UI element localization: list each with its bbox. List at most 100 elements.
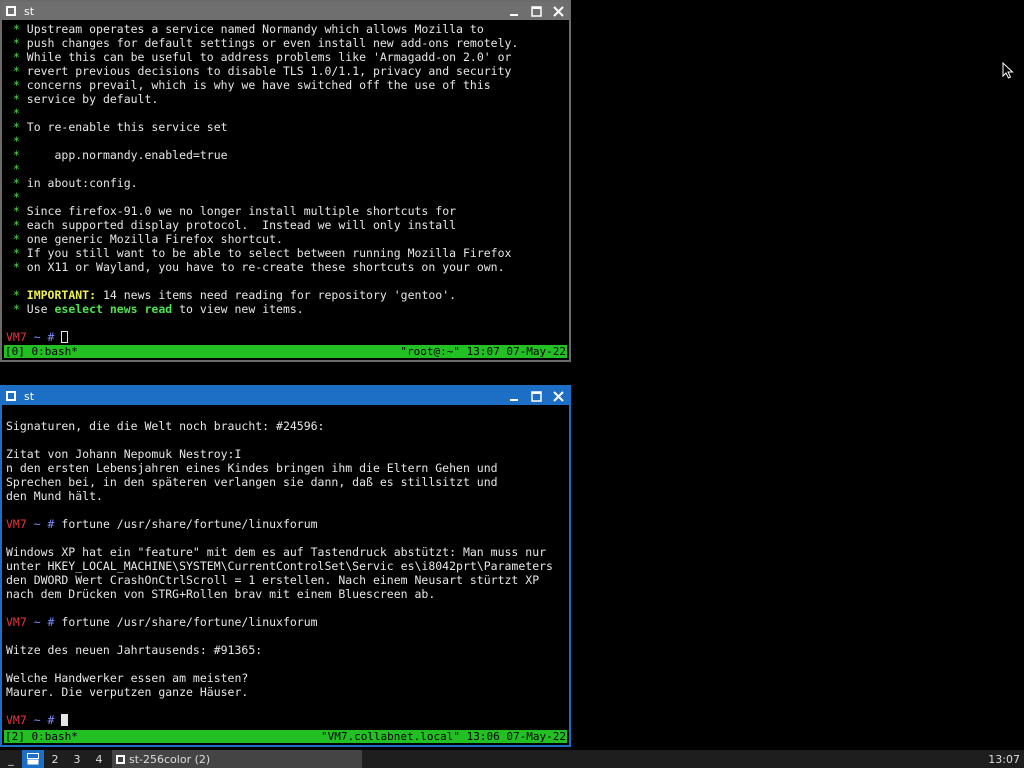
terminal-window-top[interactable]: st * Upstream operates a service named N… [0, 0, 571, 362]
terminal-line: VM7 ~ # fortune /usr/share/fortune/linux… [6, 615, 569, 629]
terminal-text: * [6, 162, 20, 176]
terminal-text: VM7 [6, 517, 27, 531]
terminal-text: Since firefox-91.0 we no longer install … [26, 204, 457, 218]
minimize-icon [510, 14, 518, 16]
tmux-status-bar: [2] 0:bash* "VM7.collabnet.local" 13:06 … [4, 730, 567, 743]
terminal-line: VM7 ~ # [6, 713, 569, 727]
maximize-button[interactable] [525, 2, 547, 20]
terminal-line: Zitat von Johann Nepomuk Nestroy:I [6, 447, 569, 461]
terminal-line: * on X11 or Wayland, you have to re-crea… [6, 260, 569, 274]
taskbar-task-st[interactable]: st-256color (2) [112, 750, 362, 768]
window-title: st [24, 389, 35, 403]
terminal-text: n den ersten Lebensjahren eines Kindes b… [6, 461, 498, 475]
terminal-line: Maurer. Die verputzen ganze Häuser. [6, 685, 569, 699]
terminal-text: push changes for default settings or eve… [26, 36, 519, 50]
window-titlebar[interactable]: st [2, 387, 569, 405]
window-icon [6, 6, 16, 16]
terminal-text: IMPORTANT: [26, 288, 97, 302]
terminal-text: in about:config. [26, 176, 138, 190]
terminal-line: * in about:config. [6, 176, 569, 190]
terminal-text: nach dem Drücken von STRG+Rollen brav mi… [6, 587, 436, 601]
tmux-window-list: [0] 0:bash* [5, 345, 78, 358]
terminal-line: * Upstream operates a service named Norm… [6, 22, 569, 36]
close-icon [552, 390, 564, 402]
terminal-text: Witze des neuen Jahrtausends: #91365: [6, 643, 263, 657]
terminal-text: * [6, 232, 27, 246]
terminal-line: * push changes for default settings or e… [6, 36, 569, 50]
terminal-text: fortune /usr/share/fortune/linuxforum [61, 517, 318, 531]
terminal-text: ~ # [26, 330, 62, 344]
terminal-text: 14 news items need reading for repositor… [96, 288, 457, 302]
terminal-text: on X11 or Wayland, you have to re-create… [26, 260, 505, 274]
terminal-cursor [61, 714, 69, 726]
workspace-2[interactable]: 2 [44, 750, 66, 768]
terminal-text: * [6, 148, 27, 162]
minimize-icon [510, 399, 518, 401]
terminal-text: * [6, 106, 20, 120]
close-icon [552, 5, 564, 17]
maximize-icon [530, 390, 542, 402]
terminal-line: * IMPORTANT: 14 news items need reading … [6, 288, 569, 302]
terminal-line: * app.normandy.enabled=true [6, 148, 569, 162]
terminal-cursor [61, 331, 69, 343]
terminal-line: VM7 ~ # [6, 330, 569, 344]
terminal-line: unter HKEY_LOCAL_MACHINE\SYSTEM\CurrentC… [6, 559, 569, 573]
terminal-text: * [6, 288, 27, 302]
terminal-line: * one generic Mozilla Firefox shortcut. [6, 232, 569, 246]
terminal-text: VM7 [6, 330, 27, 344]
close-button[interactable] [547, 387, 569, 405]
terminal-text: Sprechen bei, in den späteren verlangen … [6, 475, 498, 489]
task-label: st-256color (2) [129, 752, 211, 766]
terminal-text: * [6, 50, 27, 64]
terminal-line: * [6, 162, 569, 176]
terminal-text: * [6, 134, 20, 148]
terminal-text: Signaturen, die die Welt noch braucht: #… [6, 419, 325, 433]
tmux-status-right: "VM7.collabnet.local" 13:06 07-May-22 [320, 730, 566, 743]
terminal-line: * Since firefox-91.0 we no longer instal… [6, 204, 569, 218]
terminal-line: Welche Handwerker essen am meisten? [6, 671, 569, 685]
terminal-text: * [6, 218, 27, 232]
terminal-text: * [6, 302, 27, 316]
terminal-text: each supported display protocol. Instead… [26, 218, 457, 232]
workspace-3[interactable]: 3 [66, 750, 88, 768]
terminal-text: app.normandy.enabled=true [26, 148, 228, 162]
terminal-text: Upstream operates a service named Norman… [26, 22, 484, 36]
mouse-pointer-icon [1002, 62, 1014, 79]
terminal-line: * service by default. [6, 92, 569, 106]
terminal-line: Witze des neuen Jahrtausends: #91365: [6, 643, 569, 657]
terminal-window-bottom[interactable]: st Signaturen, die die Welt noch braucht… [0, 385, 571, 747]
workspace-4[interactable]: 4 [88, 750, 110, 768]
maximize-button[interactable] [525, 387, 547, 405]
minimize-button[interactable] [503, 2, 525, 20]
terminal-output[interactable]: * Upstream operates a service named Norm… [2, 20, 569, 360]
workspace-1[interactable]: _ [0, 750, 22, 768]
workspace-current[interactable] [22, 750, 44, 768]
terminal-text: eselect news read [54, 302, 173, 316]
window-titlebar[interactable]: st [2, 2, 569, 20]
terminal-text: to view new items. [172, 302, 304, 316]
terminal-text: * [6, 78, 27, 92]
taskbar: _ 2 3 4 st-256color (2) 13:07 [0, 750, 1024, 768]
terminal-line: den DWORD Wert CrashOnCtrlScroll = 1 ers… [6, 573, 569, 587]
terminal-line: * While this can be useful to address pr… [6, 50, 569, 64]
terminal-text: * [6, 92, 27, 106]
close-button[interactable] [547, 2, 569, 20]
terminal-output[interactable]: Signaturen, die die Welt noch braucht: #… [2, 405, 569, 745]
minimize-button[interactable] [503, 387, 525, 405]
terminal-text: VM7 [6, 713, 27, 727]
terminal-text: fortune /usr/share/fortune/linuxforum [61, 615, 318, 629]
terminal-text: * [6, 22, 27, 36]
terminal-text: * [6, 190, 20, 204]
terminal-text: den Mund hält. [6, 489, 103, 503]
terminal-text: VM7 [6, 615, 27, 629]
terminal-text: Windows XP hat ein "feature" mit dem es … [6, 545, 547, 559]
workspace-layout-icon [27, 753, 39, 765]
